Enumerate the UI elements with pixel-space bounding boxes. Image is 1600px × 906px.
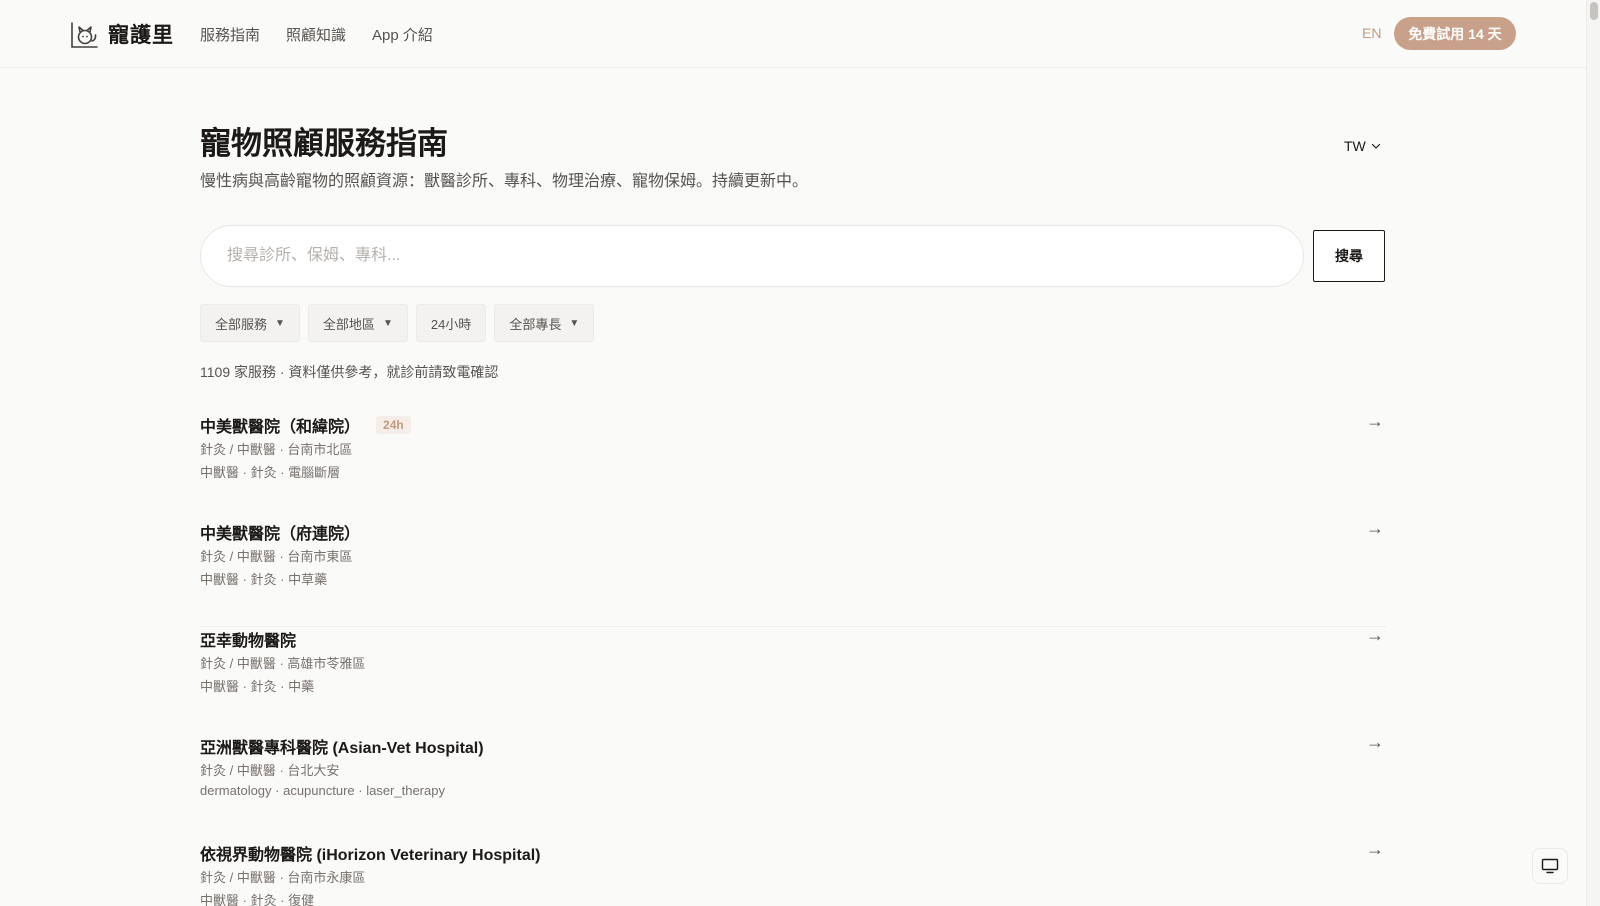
page-subtitle: 慢性病與高齡寵物的照顧資源：獸醫診所、專科、物理治療、寵物保姆。持續更新中。 [200,173,809,190]
listing-item[interactable]: 亞幸動物醫院 針灸 / 中獸醫 · 高雄市苓雅區 中獸醫 · 針灸 · 中藥 → [200,625,1386,734]
result-count: 1109 家服務 · 資料僅供參考，就診前請致電確認 [200,364,499,380]
listing-name: 亞幸動物醫院 [200,633,297,650]
region-select[interactable]: TW [1344,138,1381,154]
filter-specialty[interactable]: 全部專長 ▼ [494,304,595,342]
listing-meta: 針灸 / 中獸醫 · 高雄市苓雅區 [200,656,366,671]
listing-tags: dermatology · acupuncture · laser_therap… [200,783,445,798]
listing-name: 亞洲獸醫專科醫院 (Asian-Vet Hospital) [200,740,484,757]
listing-item[interactable]: 中美獸醫院（府連院） 針灸 / 中獸醫 · 台南市東區 中獸醫 · 針灸 · 中… [200,518,1386,627]
listing-item[interactable]: 中美獸醫院（和緯院） 24h 針灸 / 中獸醫 · 台南市北區 中獸醫 · 針灸… [200,411,1386,520]
listing-name: 中美獸醫院（和緯院） [200,419,361,436]
listing-name: 依視界動物醫院 (iHorizon Veterinary Hospital) [200,847,541,864]
listing-meta: 針灸 / 中獸醫 · 台北大安 [200,763,340,778]
nav-app-intro[interactable]: App 介紹 [372,24,433,45]
listing-tags: 中獸醫 · 針灸 · 復健 [200,893,315,906]
listing-tags: 中獸醫 · 針灸 · 電腦斷層 [200,465,341,480]
listing-name: 中美獸醫院（府連院） [200,526,361,543]
nav-service-guide[interactable]: 服務指南 [200,24,260,45]
nav-care-knowledge[interactable]: 照顧知識 [286,24,346,45]
scrollbar-thumb[interactable] [1590,2,1598,20]
page-title: 寵物照顧服務指南 [200,126,448,162]
filter-label: 全部專長 [509,316,562,332]
arrow-right-icon[interactable]: → [1366,839,1384,860]
region-select-value: TW [1344,138,1366,154]
language-switch-link[interactable]: EN [1362,25,1381,41]
arrow-right-icon[interactable]: → [1366,411,1384,432]
listing-item[interactable]: 亞洲獸醫專科醫院 (Asian-Vet Hospital) 針灸 / 中獸醫 ·… [200,732,1386,841]
listing-meta: 針灸 / 中獸醫 · 台南市北區 [200,442,353,457]
search-input[interactable] [200,225,1304,287]
caret-down-icon: ▼ [382,317,393,329]
filter-label: 24小時 [430,316,472,332]
filter-service-type[interactable]: 全部服務 ▼ [200,304,300,342]
listing-meta: 針灸 / 中獸醫 · 台南市永康區 [200,870,366,885]
listing-item[interactable]: 依視界動物醫院 (iHorizon Veterinary Hospital) 針… [200,839,1386,906]
filter-region[interactable]: 全部地區 ▼ [307,304,408,342]
listing-title: 中美獸醫院（府連院） [200,520,360,544]
monitor-icon [1541,858,1559,874]
page-scrollbar[interactable] [1586,0,1600,906]
top-navbar: 寵護里 服務指南 照顧知識 App 介紹 EN 免費試用 14 天 [0,0,1586,68]
main-nav: 服務指南 照顧知識 App 介紹 [200,24,433,45]
caret-down-icon: ▼ [275,317,285,329]
page-viewport: 寵護里 服務指南 照顧知識 App 介紹 EN 免費試用 14 天 寵物照顧服務… [0,0,1586,906]
listing-title: 亞洲獸醫專科醫院 (Asian-Vet Hospital) [200,734,484,758]
listing-title: 亞幸動物醫院 [200,627,296,651]
listing-title: 依視界動物醫院 (iHorizon Veterinary Hospital) [200,841,541,865]
listing-meta: 針灸 / 中獸醫 · 台南市東區 [200,549,353,564]
listing-tags: 中獸醫 · 針灸 · 中草藥 [200,572,328,587]
filter-24h-toggle[interactable]: 24小時 [415,304,487,342]
caret-down-icon: ▼ [569,317,580,329]
filter-label: 全部服務 [215,316,268,332]
free-trial-button[interactable]: 免費試用 14 天 [1394,17,1516,50]
chevron-down-icon [1371,143,1380,149]
brand-logo-link[interactable]: 寵護里 [68,18,174,50]
listing-title: 中美獸醫院（和緯院） 24h [200,413,411,437]
pet-logo-icon [71,22,98,48]
filter-label: 全部地區 [322,316,375,332]
arrow-right-icon[interactable]: → [1366,518,1384,539]
listing-tags: 中獸醫 · 針灸 · 中藥 [200,679,315,694]
display-mode-button[interactable] [1532,848,1568,884]
brand-name: 寵護里 [108,22,174,47]
arrow-right-icon[interactable]: → [1366,732,1384,753]
arrow-right-icon[interactable]: → [1366,625,1384,646]
search-button[interactable]: 搜尋 [1313,230,1385,282]
filter-bar: 全部服務 ▼ 全部地區 ▼ 24小時 全部專長 ▼ [200,304,595,342]
open-24h-badge: 24h [376,416,411,434]
